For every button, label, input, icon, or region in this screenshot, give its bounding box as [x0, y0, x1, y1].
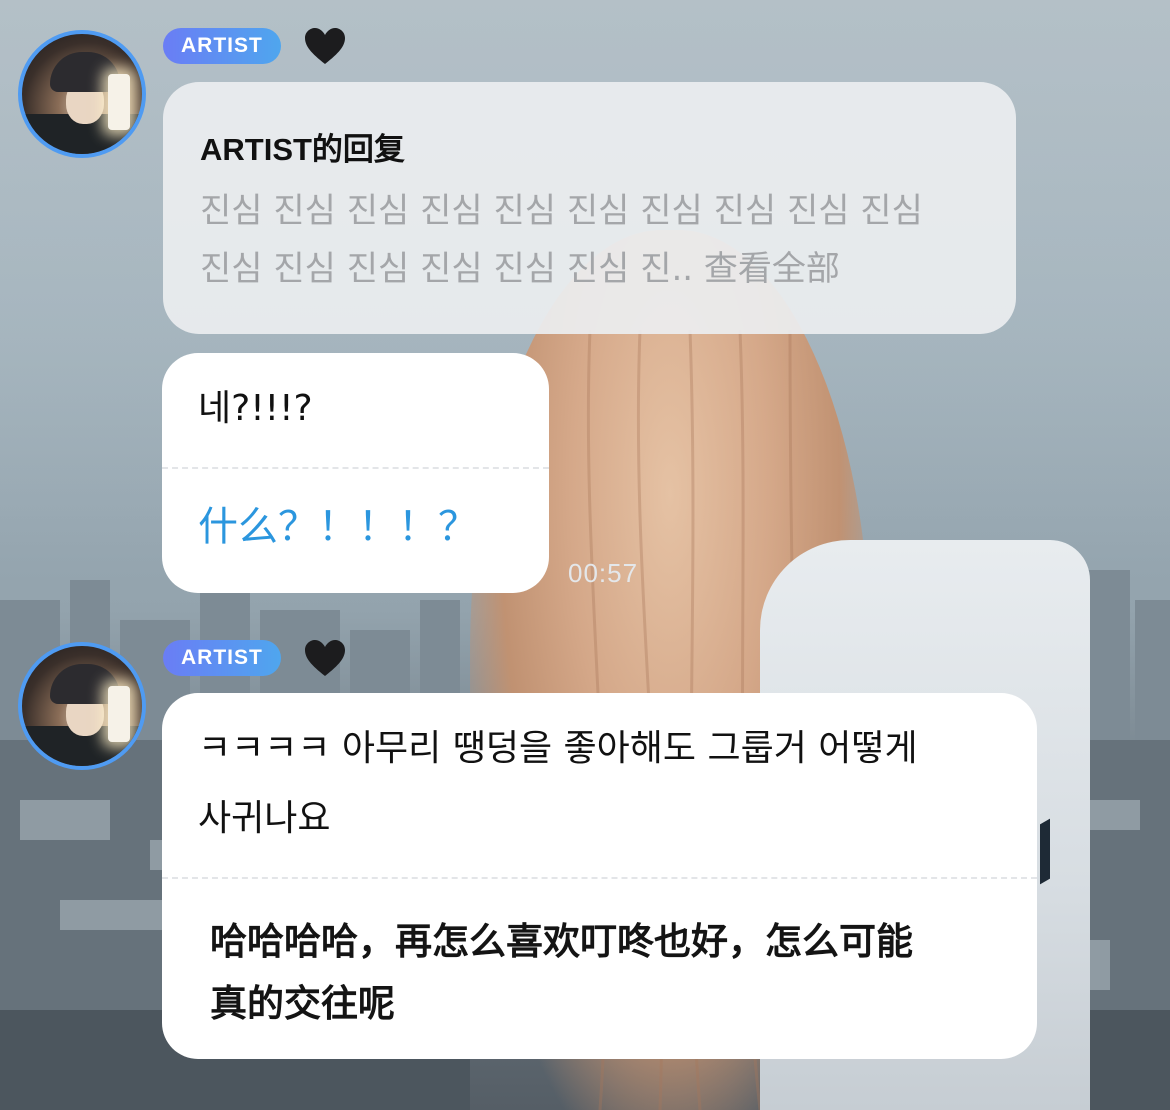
reply-preview-line1: 진심 진심 진심 진심 진심 진심 진심 진심 진심 진심	[200, 191, 923, 231]
view-all-link[interactable]: 查看全部	[704, 249, 840, 289]
reply-title: ARTIST的回复	[200, 132, 405, 167]
reply-preview: 진심 진심 진심 진심 진심 진심 진심 진심 진심 진심 진심 진심 진심 진…	[200, 182, 990, 298]
reply-preview-line2: 진심 진심 진심 진심 진심 진심 진..	[200, 249, 694, 289]
black-heart-icon	[305, 640, 345, 676]
artist-badge: ARTIST	[163, 640, 281, 676]
artist-badge: ARTIST	[163, 28, 281, 64]
message-bubble[interactable]: 네?!!!? 什么？！！！？	[162, 353, 549, 593]
message-bubble[interactable]: ㅋㅋㅋㅋ 아무리 땡덩을 좋아해도 그룹거 어떻게 사귀나요 哈哈哈哈，再怎么喜…	[162, 693, 1037, 1059]
reply-card[interactable]: ARTIST的回复 진심 진심 진심 진심 진심 진심 진심 진심 진심 진심 …	[163, 82, 1016, 334]
black-heart-icon	[305, 28, 345, 64]
message-translation: 什么？！！！？	[198, 504, 478, 550]
translation-divider	[162, 467, 549, 469]
message-text-line2: 사귀나요	[198, 798, 331, 839]
message-translation-line2: 真的交往呢	[210, 982, 395, 1025]
artist-avatar[interactable]	[18, 30, 146, 158]
message-text: 네?!!!?	[198, 388, 313, 429]
translation-divider	[162, 877, 1037, 879]
message-text-line1: ㅋㅋㅋㅋ 아무리 땡덩을 좋아해도 그룹거 어떻게	[198, 728, 918, 769]
message-translation-line1: 哈哈哈哈，再怎么喜欢叮咚也好，怎么可能	[210, 920, 913, 963]
artist-avatar[interactable]	[18, 642, 146, 770]
timestamp: 00:57	[568, 558, 639, 588]
